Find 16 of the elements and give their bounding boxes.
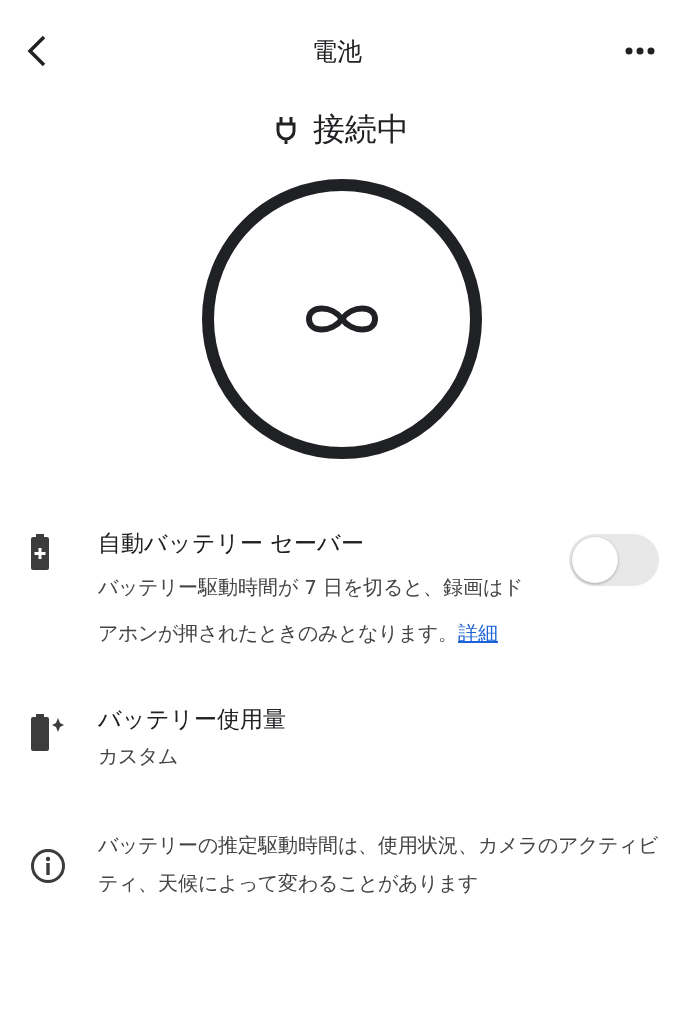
usage-value: カスタム	[98, 743, 179, 770]
plug-icon	[274, 115, 297, 145]
info-icon	[30, 848, 66, 884]
setting-title: 自動バッテリー セーバー	[98, 529, 366, 558]
connection-status: 接続中	[312, 109, 409, 150]
usage-title: バッテリー使用量	[98, 705, 287, 734]
infinity-icon	[305, 305, 378, 333]
details-link[interactable]: 詳細	[458, 621, 498, 645]
back-icon	[26, 34, 48, 68]
setting-description: バッテリー駆動時間が 7 日を切ると、録画はドアホンが押されたときのみとなります。詳細	[98, 574, 525, 647]
battery-sparkle-icon	[30, 714, 64, 752]
battery-plus-icon	[30, 534, 50, 570]
more-icon	[625, 47, 655, 55]
info-text: バッテリーの推定駆動時間は、使用状況、カメラのアクティビティ、天候によって変わることがあります	[98, 832, 658, 897]
toggle-switch[interactable]	[569, 534, 659, 586]
page-title: 電池	[311, 35, 362, 68]
